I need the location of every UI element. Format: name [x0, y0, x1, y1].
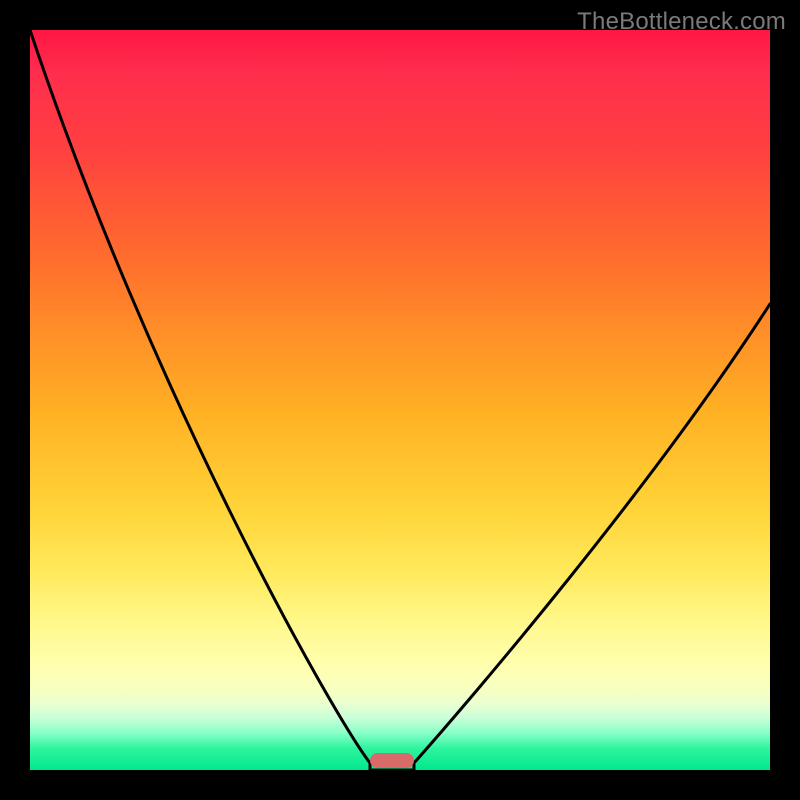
bottleneck-curve	[30, 30, 770, 770]
plot-area	[30, 30, 770, 770]
chart-frame: TheBottleneck.com	[0, 0, 800, 800]
curve-path	[30, 30, 770, 770]
bottleneck-marker	[370, 753, 414, 768]
